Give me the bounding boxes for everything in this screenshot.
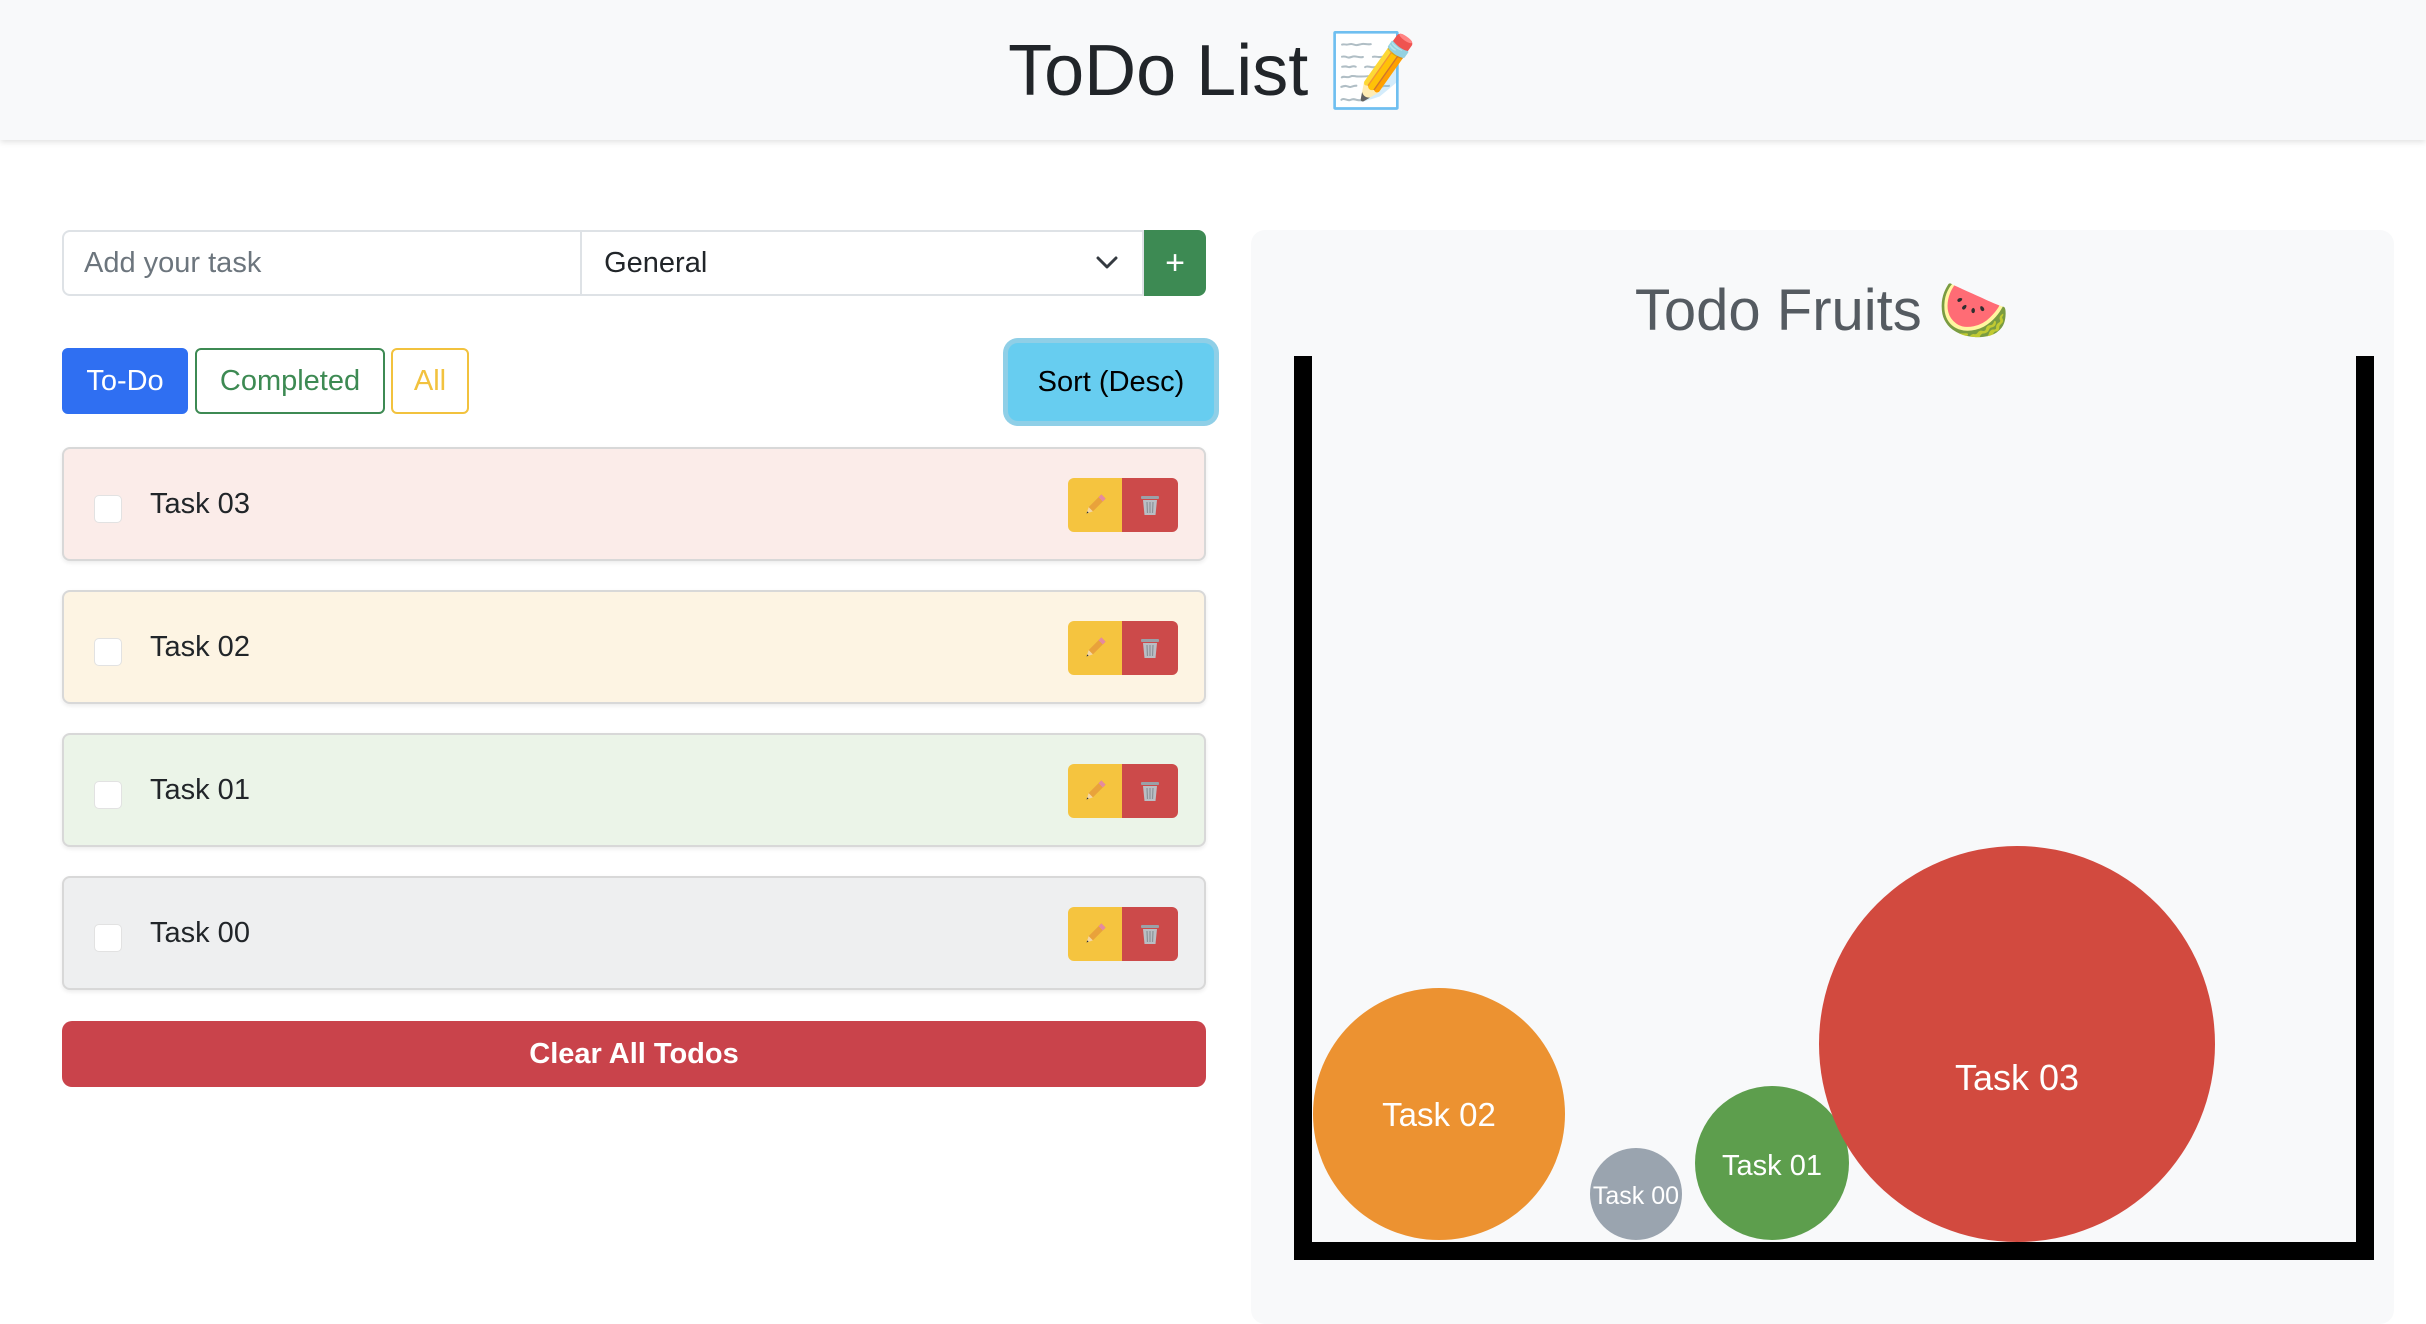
trash-icon <box>1141 925 1159 944</box>
task-checkbox[interactable] <box>94 638 122 666</box>
task-label: Task 00 <box>150 916 250 949</box>
fruit-ball[interactable]: Task 02 <box>1313 988 1565 1240</box>
pencil-icon <box>1086 923 1106 943</box>
task-input[interactable] <box>62 230 582 296</box>
category-select[interactable]: General <box>581 230 1145 296</box>
fruit-ball-circle <box>1819 846 2215 1242</box>
fruits-panel: Todo Fruits 🍉 Task 02 Task 00 Task 01 Ta… <box>1251 230 2394 1324</box>
sort-button[interactable]: Sort (Desc) <box>1008 343 1214 421</box>
fruits-title: Todo Fruits 🍉 <box>1251 276 2394 345</box>
delete-task-button[interactable] <box>1122 621 1178 675</box>
delete-task-button[interactable] <box>1122 478 1178 532</box>
fruit-ball[interactable]: Task 03 <box>1819 846 2215 1242</box>
page-title-text: ToDo List <box>1008 30 1309 111</box>
fruit-ball-label: Task 00 <box>1593 1182 1679 1210</box>
delete-task-button[interactable] <box>1122 764 1178 818</box>
chevron-down-icon <box>1096 256 1118 269</box>
edit-task-button[interactable] <box>1068 764 1122 818</box>
edit-task-button[interactable] <box>1068 907 1122 961</box>
add-task-button[interactable]: + <box>1144 230 1206 296</box>
task-checkbox[interactable] <box>94 781 122 809</box>
fruit-ball-label: Task 03 <box>1955 1057 2079 1098</box>
task-label: Task 03 <box>150 487 250 520</box>
pencil-icon <box>1086 494 1106 514</box>
fruit-ball-label: Task 01 <box>1722 1150 1822 1182</box>
page-title: ToDo List 📝 <box>1008 28 1418 113</box>
app-header: ToDo List 📝 <box>0 0 2426 140</box>
watermelon-icon: 🍉 <box>1937 276 2011 344</box>
edit-task-button[interactable] <box>1068 621 1122 675</box>
filter-todo-button[interactable]: To-Do <box>62 348 188 414</box>
trash-icon <box>1141 496 1159 515</box>
fruit-ball[interactable]: Task 00 <box>1590 1148 1682 1240</box>
fruit-ball[interactable]: Task 01 <box>1695 1086 1849 1240</box>
todo-panel: General + To-Do Completed All Sort (Desc… <box>62 230 1214 1087</box>
task-item: Task 02 <box>62 590 1206 704</box>
delete-task-button[interactable] <box>1122 907 1178 961</box>
task-item: Task 01 <box>62 733 1206 847</box>
task-item: Task 03 <box>62 447 1206 561</box>
task-checkbox[interactable] <box>94 924 122 952</box>
clear-all-button[interactable]: Clear All Todos <box>62 1021 1206 1087</box>
fruits-canvas: Task 02 Task 00 Task 01 Task 03 <box>1294 356 2374 1260</box>
task-list: Task 03 Task 02 Task 01 Task 00 <box>62 447 1206 990</box>
task-label: Task 01 <box>150 773 250 806</box>
fruit-ball-label: Task 02 <box>1382 1096 1496 1133</box>
filter-all-button[interactable]: All <box>391 348 469 414</box>
pencil-icon <box>1086 780 1106 800</box>
trash-icon <box>1141 782 1159 801</box>
task-label: Task 02 <box>150 630 250 663</box>
edit-task-button[interactable] <box>1068 478 1122 532</box>
category-selected-value: General <box>604 246 708 279</box>
add-task-form: General + <box>62 230 1206 296</box>
task-item: Task 00 <box>62 876 1206 990</box>
pencil-icon <box>1086 637 1106 657</box>
memo-icon: 📝 <box>1328 27 1418 112</box>
filter-completed-button[interactable]: Completed <box>195 348 385 414</box>
trash-icon <box>1141 639 1159 658</box>
fruits-title-text: Todo Fruits <box>1634 278 1922 343</box>
filter-bar: To-Do Completed All Sort (Desc) <box>62 340 1214 421</box>
task-checkbox[interactable] <box>94 495 122 523</box>
